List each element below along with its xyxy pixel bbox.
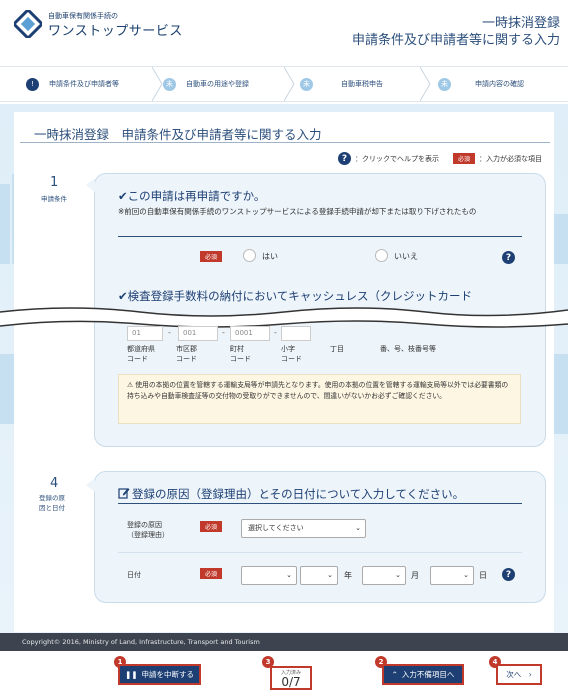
question-title: ✔この申請は再申請ですか。	[118, 189, 266, 203]
section-number: 1	[50, 175, 59, 190]
separator: -	[168, 328, 171, 337]
radio-no[interactable]	[375, 249, 388, 262]
warning-notice: ⚠ 使用の本拠の位置を管轄する運輸支局等が申請先となります。使用の本拠の位置を管…	[118, 374, 521, 424]
radio-no-label[interactable]: いいえ	[394, 251, 418, 262]
town-code-field[interactable]: 0001	[230, 326, 270, 341]
chevron-right-icon	[151, 67, 163, 101]
divider	[118, 503, 522, 504]
pending-icon: 未	[438, 77, 451, 91]
pending-icon: 未	[163, 77, 176, 91]
era-select[interactable]: ⌄	[241, 566, 297, 585]
chevron-down-icon: ⌄	[463, 571, 469, 579]
chevron-down-icon: ⌄	[286, 571, 292, 579]
footer: Copyright© 2016, Ministry of Land, Infra…	[0, 633, 568, 651]
chevron-down-icon: ⌄	[355, 524, 361, 532]
page-title: 一時抹消登録 申請条件及び申請者等に関する入力	[34, 127, 322, 142]
field-label: 町村 コード	[230, 345, 251, 363]
next-button[interactable]: 次へ ›	[496, 664, 542, 685]
month-select[interactable]: ⌄	[362, 566, 406, 585]
progress-steps: ! 申請条件及び申請者等 未 自動車の用途や登録 未 自動車税申告 未 申請内容…	[0, 66, 568, 102]
reason-label: 登録の原因 （登録理由）	[127, 521, 169, 539]
question-title: 登録の原因（登録理由）とその日付について入力してください。	[132, 487, 465, 501]
step-3: 未 自動車税申告	[300, 67, 383, 101]
logo-icon	[14, 10, 42, 38]
chevron-right-icon	[283, 67, 295, 101]
day-select[interactable]: ⌄	[430, 566, 474, 585]
chevron-down-icon: ⌄	[327, 571, 333, 579]
step-2: 未 自動車の用途や登録	[163, 67, 249, 101]
separator: -	[274, 328, 277, 337]
suspend-button-label: 申請を中断する	[141, 670, 195, 679]
next-button-label: 次へ ›	[506, 670, 532, 679]
step-label: 申請条件及び申請者等	[49, 80, 119, 88]
chevron-right-icon	[419, 67, 431, 101]
prefecture-code-field[interactable]: 01	[127, 326, 163, 341]
separator: -	[222, 328, 225, 337]
divider	[20, 142, 550, 143]
card-pointer	[86, 478, 95, 492]
suspend-button[interactable]: ❚❚ 申請を中断する	[118, 664, 201, 685]
help-icon[interactable]: ?	[502, 568, 515, 581]
help-icon[interactable]: ?	[502, 251, 515, 264]
divider	[118, 552, 522, 553]
reason-select-value: 選択してください	[248, 524, 304, 532]
alert-icon: !	[26, 77, 39, 91]
required-badge: 必須	[200, 251, 223, 262]
incomplete-items-label: 入力不備項目へ	[401, 670, 455, 679]
required-badge: 必須	[200, 568, 223, 579]
field-label: 小字 コード	[281, 345, 302, 363]
pending-icon: 未	[300, 77, 313, 91]
pause-icon: ❚❚	[124, 670, 138, 679]
chevron-up-icon: ⌃	[391, 670, 398, 679]
year-select[interactable]: ⌄	[300, 566, 338, 585]
city-code-field[interactable]: 001	[178, 326, 218, 341]
section-number: 4	[50, 476, 59, 491]
step-4: 未 申請内容の確認	[438, 67, 524, 101]
reason-select[interactable]: 選択してください ⌄	[241, 519, 366, 538]
logo-title: ワンストップサービス	[48, 24, 183, 39]
question-note: ※前回の自動車保有関係手続のワンストップサービスによる登録手続申請が却下または取…	[118, 207, 477, 216]
header-subtitle: 申請条件及び申請者等に関する入力	[351, 33, 560, 48]
progress-counter: 入力済み 0/7	[270, 666, 312, 690]
edit-icon	[118, 488, 130, 499]
year-unit: 年	[344, 571, 352, 580]
legend: ? ：クリックでヘルプを表示 必須 ：入力が必須な項目	[337, 152, 542, 165]
field-label: 丁目	[330, 345, 344, 353]
required-badge: 必須	[200, 521, 223, 532]
step-label: 自動車税申告	[341, 80, 383, 88]
section-label: 登録の原 因と日付	[39, 494, 65, 512]
legend-help-text: ：クリックでヘルプを表示	[354, 154, 439, 163]
section-label: 申請条件	[41, 195, 67, 203]
step-1: ! 申請条件及び申請者等	[26, 67, 119, 101]
field-label: 市区郡 コード	[176, 345, 197, 363]
chevron-down-icon: ⌄	[395, 571, 401, 579]
koaza-code-field[interactable]	[281, 326, 311, 341]
step-label: 申請内容の確認	[475, 80, 524, 88]
required-badge: 必須	[452, 153, 475, 164]
divider	[118, 236, 522, 237]
field-label: 都道府県 コード	[127, 345, 155, 363]
radio-yes-label[interactable]: はい	[262, 251, 278, 262]
header: 自動車保有関係手続の ワンストップサービス 一時抹消登録 申請条件及び申請者等に…	[0, 0, 568, 58]
help-icon[interactable]: ?	[337, 152, 351, 165]
counter-value: 0/7	[281, 675, 301, 689]
month-unit: 月	[411, 571, 419, 580]
incomplete-items-button[interactable]: ⌃ 入力不備項目へ	[382, 664, 464, 685]
date-label: 日付	[127, 571, 141, 579]
step-label: 自動車の用途や登録	[186, 80, 249, 88]
day-unit: 日	[479, 571, 487, 580]
radio-yes[interactable]	[243, 249, 256, 262]
field-label: 番、号、枝番号等	[380, 345, 436, 353]
card-pointer	[86, 178, 95, 192]
legend-required-text: ：入力が必須な項目	[479, 154, 542, 163]
